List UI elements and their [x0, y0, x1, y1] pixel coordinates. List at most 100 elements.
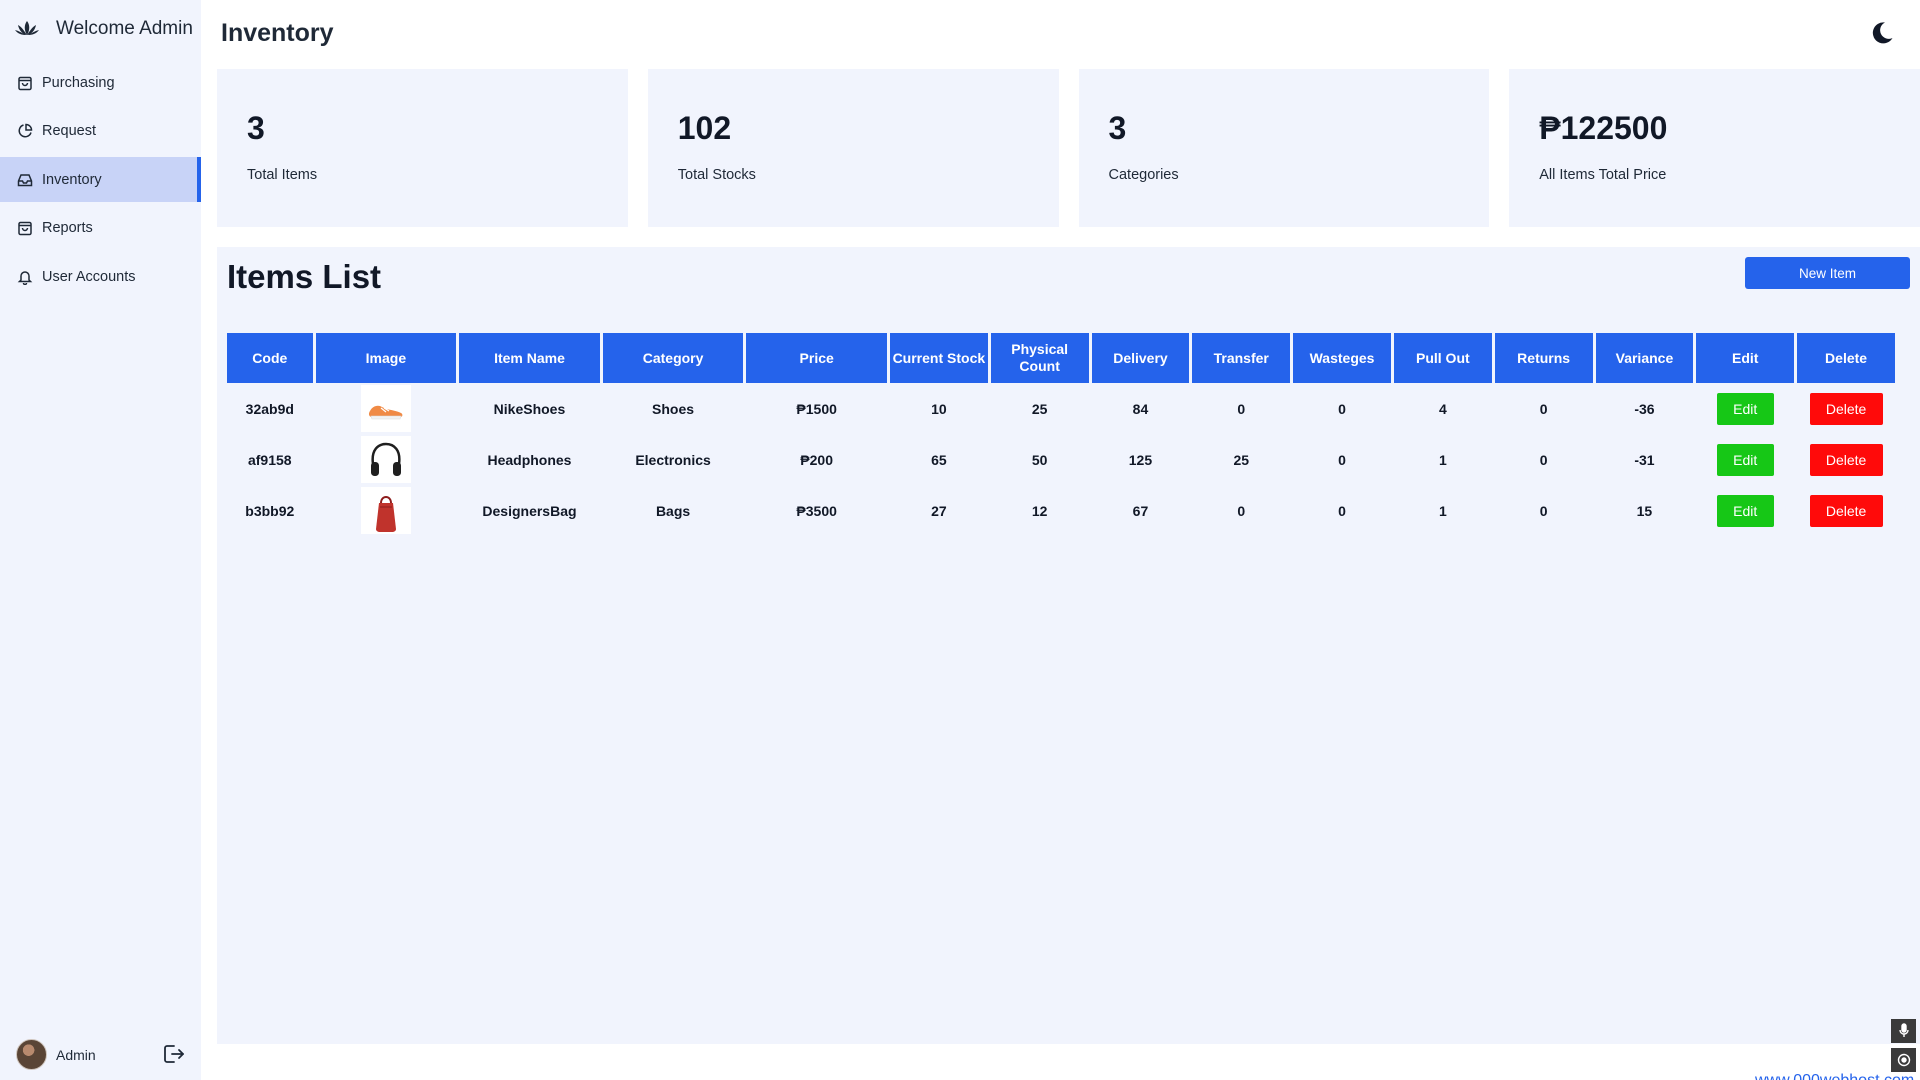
cell-pull-out: 1 [1438, 451, 1447, 468]
cell-variance: -36 [1634, 400, 1655, 417]
table-row: b3bb92 DesignersBag Bags ₱3500 27 12 67 … [227, 485, 1895, 536]
column-header: Physical Count [990, 333, 1089, 383]
stat-label: Total Items [247, 167, 318, 183]
bag-image [360, 487, 411, 534]
pie-chart-icon [16, 123, 33, 140]
delete-button[interactable]: Delete [1809, 443, 1883, 476]
cell-image [316, 434, 457, 485]
cell-physical-count: 25 [1031, 400, 1048, 417]
cell-item-name: NikeShoes [493, 400, 566, 417]
cell-edit: Edit [1696, 485, 1794, 536]
cell-delivery: 125 [1128, 451, 1153, 468]
cell-physical-count: 12 [1031, 502, 1048, 519]
logout-icon[interactable] [162, 1043, 186, 1065]
new-item-button[interactable]: New Item [1745, 257, 1910, 289]
cell-variance: 15 [1636, 502, 1653, 519]
brand-title: Welcome Admin [56, 17, 193, 39]
stat-label: Categories [1108, 167, 1179, 183]
column-header: Image [315, 333, 457, 383]
sidebar-item-label: User Accounts [42, 268, 136, 285]
cell-transfer: 25 [1233, 451, 1250, 468]
table-header-row: Code Image Item Name Category Price Curr… [227, 333, 1895, 383]
cell-category: Shoes [652, 400, 695, 417]
cell-current-stock: 65 [931, 451, 947, 468]
page-title: Inventory [221, 19, 334, 47]
cell-pull-out: 1 [1438, 502, 1447, 519]
items-list-title: Items List [227, 258, 382, 295]
edit-button[interactable]: Edit [1716, 443, 1774, 476]
user-profile: Admin [16, 1039, 186, 1070]
stat-label: Total Stocks [677, 167, 756, 183]
stat-value: 3 [247, 110, 265, 146]
cell-delete: Delete [1797, 485, 1895, 536]
sidebar-nav: Purchasing Request Inventory Reports Use… [0, 60, 201, 299]
bell-icon [16, 268, 33, 285]
cell-wasteges: 0 [1338, 400, 1346, 417]
headphones-image [360, 436, 411, 483]
cell-price: ₱3500 [796, 502, 837, 519]
cell-returns: 0 [1539, 400, 1548, 417]
stats-cards: 3 Total Items 102 Total Stocks 3 Categor… [217, 69, 1920, 227]
sidebar-item-user-accounts[interactable]: User Accounts [0, 254, 201, 299]
column-header: Price [746, 333, 887, 383]
cell-image [316, 383, 457, 434]
host-link[interactable]: www.000webhost.com [1755, 1072, 1914, 1080]
column-header: Current Stock [889, 333, 988, 383]
column-header: Returns [1494, 333, 1593, 383]
edit-button[interactable]: Edit [1716, 494, 1774, 527]
cell-category: Electronics [635, 451, 711, 468]
items-table: Code Image Item Name Category Price Curr… [224, 333, 1898, 536]
cell-delete: Delete [1797, 383, 1895, 434]
stat-value: ₱122500 [1539, 110, 1668, 146]
sidebar-item-reports[interactable]: Reports [0, 206, 201, 251]
stat-value: 102 [677, 110, 732, 146]
cell-category: Bags [655, 502, 691, 519]
column-header: Edit [1696, 333, 1795, 383]
cell-code: af9158 [247, 451, 292, 468]
stat-card-total-items: 3 Total Items [217, 69, 628, 227]
cell-physical-count: 50 [1031, 451, 1048, 468]
cell-price: ₱200 [800, 451, 833, 468]
sidebar-item-request[interactable]: Request [0, 109, 201, 154]
microphone-icon[interactable] [1891, 1019, 1916, 1043]
cell-transfer: 0 [1237, 400, 1246, 417]
lotus-logo-icon [14, 17, 42, 41]
moon-icon[interactable] [1869, 20, 1895, 46]
column-header: Wasteges [1293, 333, 1391, 383]
stat-card-total-stocks: 102 Total Stocks [647, 69, 1059, 227]
sidebar-item-label: Reports [42, 220, 93, 236]
avatar[interactable] [16, 1039, 47, 1070]
cell-item-name: DesignersBag [482, 502, 577, 519]
edit-button[interactable]: Edit [1716, 392, 1774, 425]
shopping-bag-icon [16, 74, 33, 91]
inbox-icon [16, 171, 33, 188]
stat-value: 3 [1108, 110, 1127, 146]
cell-code: 32ab9d [245, 400, 294, 417]
shopping-bag-icon [16, 220, 33, 237]
cell-transfer: 0 [1237, 502, 1246, 519]
table-row: af9158 Headphones Electronics ₱200 65 50… [227, 434, 1895, 485]
column-header: Delivery [1091, 333, 1190, 383]
cell-image [316, 485, 457, 536]
target-icon[interactable] [1891, 1048, 1916, 1072]
cell-delivery: 84 [1132, 400, 1149, 417]
sidebar-item-purchasing[interactable]: Purchasing [0, 60, 201, 105]
column-header: Pull Out [1393, 333, 1492, 383]
cell-price: ₱1500 [796, 400, 837, 417]
delete-button[interactable]: Delete [1809, 392, 1883, 425]
sidebar-item-inventory[interactable]: Inventory [0, 157, 201, 202]
stat-label: All Items Total Price [1539, 167, 1667, 183]
column-header: Transfer [1192, 333, 1291, 383]
column-header: Delete [1797, 333, 1895, 383]
cell-edit: Edit [1696, 383, 1794, 434]
cell-item-name: Headphones [487, 451, 572, 468]
sidebar-item-label: Request [42, 123, 97, 139]
cell-wasteges: 0 [1338, 502, 1346, 519]
column-header: Category [602, 333, 744, 383]
cell-variance: -31 [1634, 451, 1655, 468]
delete-button[interactable]: Delete [1809, 494, 1883, 527]
cell-returns: 0 [1539, 502, 1548, 519]
user-name: Admin [56, 1046, 96, 1063]
column-header: Code [227, 333, 313, 383]
brand: Welcome Admin [0, 0, 201, 57]
